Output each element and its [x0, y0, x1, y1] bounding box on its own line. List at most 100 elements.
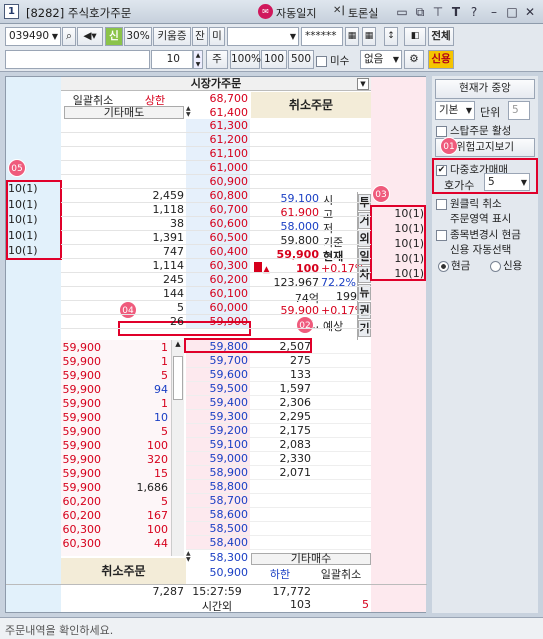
vertical-tab[interactable]: 권 — [358, 302, 371, 319]
left-order-cell[interactable]: 10(1) — [8, 244, 60, 257]
right-order-cell[interactable]: 10(1) — [372, 237, 424, 250]
pin-icon[interactable]: ⊤ — [431, 5, 445, 19]
bid-price[interactable]: 59,600 — [196, 368, 249, 381]
bid-price[interactable]: 58,700 — [196, 494, 249, 507]
qty100-button[interactable]: 100 — [261, 50, 287, 69]
bid-price[interactable]: 58,600 — [196, 508, 249, 521]
all-button[interactable]: 전체 — [428, 27, 454, 46]
oneclick-cancel-checkbox[interactable]: 원클릭 취소 — [436, 196, 502, 211]
bid-price[interactable]: 59,000 — [196, 452, 249, 465]
left-order-cell[interactable]: 10(1) — [8, 213, 60, 226]
market-order-header[interactable]: 시장가주문 — [61, 77, 371, 91]
window-split-icon[interactable]: ⧉ — [413, 5, 427, 20]
maximize-icon[interactable]: □ — [505, 5, 519, 19]
bid-price[interactable]: 58,400 — [196, 536, 249, 549]
left-order-cell[interactable]: 10(1) — [8, 198, 60, 211]
bid-price[interactable]: 58,800 — [196, 480, 249, 493]
window-icon[interactable]: ◧ — [404, 27, 426, 46]
bid-price[interactable]: 59,700 — [196, 354, 249, 367]
ask-price[interactable]: 60,400 — [196, 245, 249, 258]
left-order-cell[interactable]: 10(1) — [8, 229, 60, 242]
ask-price[interactable]: 60,600 — [196, 217, 249, 230]
cancel-all-buy[interactable]: 일괄취소 — [311, 566, 371, 582]
doc-icon[interactable]: ▦ — [345, 27, 359, 46]
ask-price[interactable]: 61,000 — [196, 161, 249, 174]
bid-price[interactable]: 59,200 — [196, 424, 249, 437]
bid-price[interactable]: 59,400 — [196, 396, 249, 409]
forum-link[interactable]: 토론실 — [348, 5, 378, 21]
font-icon[interactable]: T — [449, 5, 463, 19]
right-order-cell[interactable]: 10(1) — [372, 267, 424, 280]
scroll-up-arrow-icon[interactable]: ▲ — [172, 340, 184, 348]
qty500-button[interactable]: 500 — [288, 50, 314, 69]
right-order-cell[interactable]: 10(1) — [372, 252, 424, 265]
margin-rate[interactable]: 30% — [124, 27, 152, 46]
trade-price: 60,200 — [62, 509, 102, 522]
none-select[interactable]: 없음 ▼ — [360, 50, 402, 69]
ask-price[interactable]: 60,900 — [196, 175, 249, 188]
minimize-icon[interactable]: – — [487, 5, 501, 19]
right-order-cell[interactable]: 10(1) — [372, 207, 424, 220]
cash-radio[interactable]: 현금 — [438, 258, 470, 273]
bid-price[interactable]: 58,500 — [196, 522, 249, 535]
ask-price[interactable]: 59,900 — [196, 315, 249, 328]
scroll-up-icon[interactable]: ▲ ▼ — [186, 106, 196, 119]
unfilled-button[interactable]: 미 — [209, 27, 225, 46]
bid-price[interactable]: 58,900 — [196, 466, 249, 479]
quantity-stepper[interactable]: ▲ ▼ — [193, 50, 203, 69]
broker-label[interactable]: 키움증 — [153, 27, 191, 46]
center-price-button[interactable]: 현재가 중앙 — [435, 79, 535, 99]
misu-checkbox[interactable]: 미수 — [316, 53, 349, 68]
stock-code-input[interactable]: 039490 ▼ — [5, 27, 61, 46]
close-icon[interactable]: ✕ — [523, 5, 537, 19]
scroll-down-icon[interactable]: ▲ ▼ — [186, 551, 196, 564]
help-icon[interactable]: ? — [467, 5, 481, 19]
password-input[interactable]: ****** — [301, 27, 343, 46]
ask-price[interactable]: 60,200 — [196, 273, 249, 286]
layout-icon[interactable]: ▭ — [395, 5, 409, 19]
bid-price[interactable]: 59,100 — [196, 438, 249, 451]
credit-tag[interactable]: 신 — [105, 27, 123, 46]
bid-price[interactable]: 59,500 — [196, 382, 249, 395]
other-sell-button[interactable]: 기타매도 — [64, 106, 184, 119]
ask-price[interactable]: 60,800 — [196, 189, 249, 202]
credit-button[interactable]: 신용 — [428, 50, 454, 69]
settings-gear-icon[interactable]: ⚙ — [404, 50, 424, 69]
cancel-order-bottom[interactable]: 취소주문 — [61, 558, 186, 584]
left-order-cell[interactable]: 10(1) — [8, 182, 60, 195]
ask-price[interactable]: 60,700 — [196, 203, 249, 216]
ask-price[interactable]: 60,500 — [196, 231, 249, 244]
other-buy-button[interactable]: 기타매수 — [251, 553, 371, 565]
bid-price[interactable]: 59,800 — [196, 340, 249, 353]
pct100-button[interactable]: 100% — [230, 50, 261, 69]
ask-price[interactable]: 60,000 — [196, 301, 249, 314]
stop-order-checkbox[interactable]: 스탑주문 활성 — [436, 123, 511, 138]
market-order-dropdown-icon[interactable]: ▼ — [357, 78, 369, 90]
sort-icon[interactable]: ↕ — [384, 27, 398, 46]
trade-scrollbar[interactable]: ▲ — [171, 340, 184, 556]
ask-price[interactable]: 61,100 — [196, 147, 249, 160]
account-select[interactable]: ▼ — [227, 27, 299, 46]
speaker-icon[interactable]: ◀▾ — [77, 27, 103, 46]
ask-price[interactable]: 60,300 — [196, 259, 249, 272]
unit-input[interactable]: 5 — [508, 101, 530, 120]
order-input-blank[interactable] — [5, 50, 150, 69]
hoga-count-select[interactable]: 5 ▼ — [484, 173, 530, 191]
basic-select[interactable]: 기본 ▼ — [435, 101, 475, 120]
balance-button[interactable]: 잔 — [192, 27, 208, 46]
auto-journal-icon[interactable]: ✉ — [258, 4, 273, 19]
ask-price[interactable]: 61,200 — [196, 133, 249, 146]
forum-icon[interactable]: ✕| — [333, 5, 345, 16]
right-order-cell[interactable]: 10(1) — [372, 222, 424, 235]
search-icon[interactable]: ⌕ — [62, 27, 76, 46]
doc2-icon[interactable]: ▦ — [362, 27, 376, 46]
quantity-input[interactable]: 10 — [151, 50, 193, 69]
credit-radio[interactable]: 신용 — [490, 258, 522, 273]
bid-price[interactable]: 59,300 — [196, 410, 249, 423]
scroll-thumb[interactable] — [173, 356, 183, 400]
cancel-order-top[interactable]: 취소주문 — [251, 92, 371, 118]
ask-price[interactable]: 61,300 — [196, 119, 249, 132]
auto-journal-link[interactable]: 자동일지 — [276, 5, 316, 21]
ask-price[interactable]: 60,100 — [196, 287, 249, 300]
stock-change-checkbox[interactable]: 종목변경시 현금 — [436, 227, 521, 242]
